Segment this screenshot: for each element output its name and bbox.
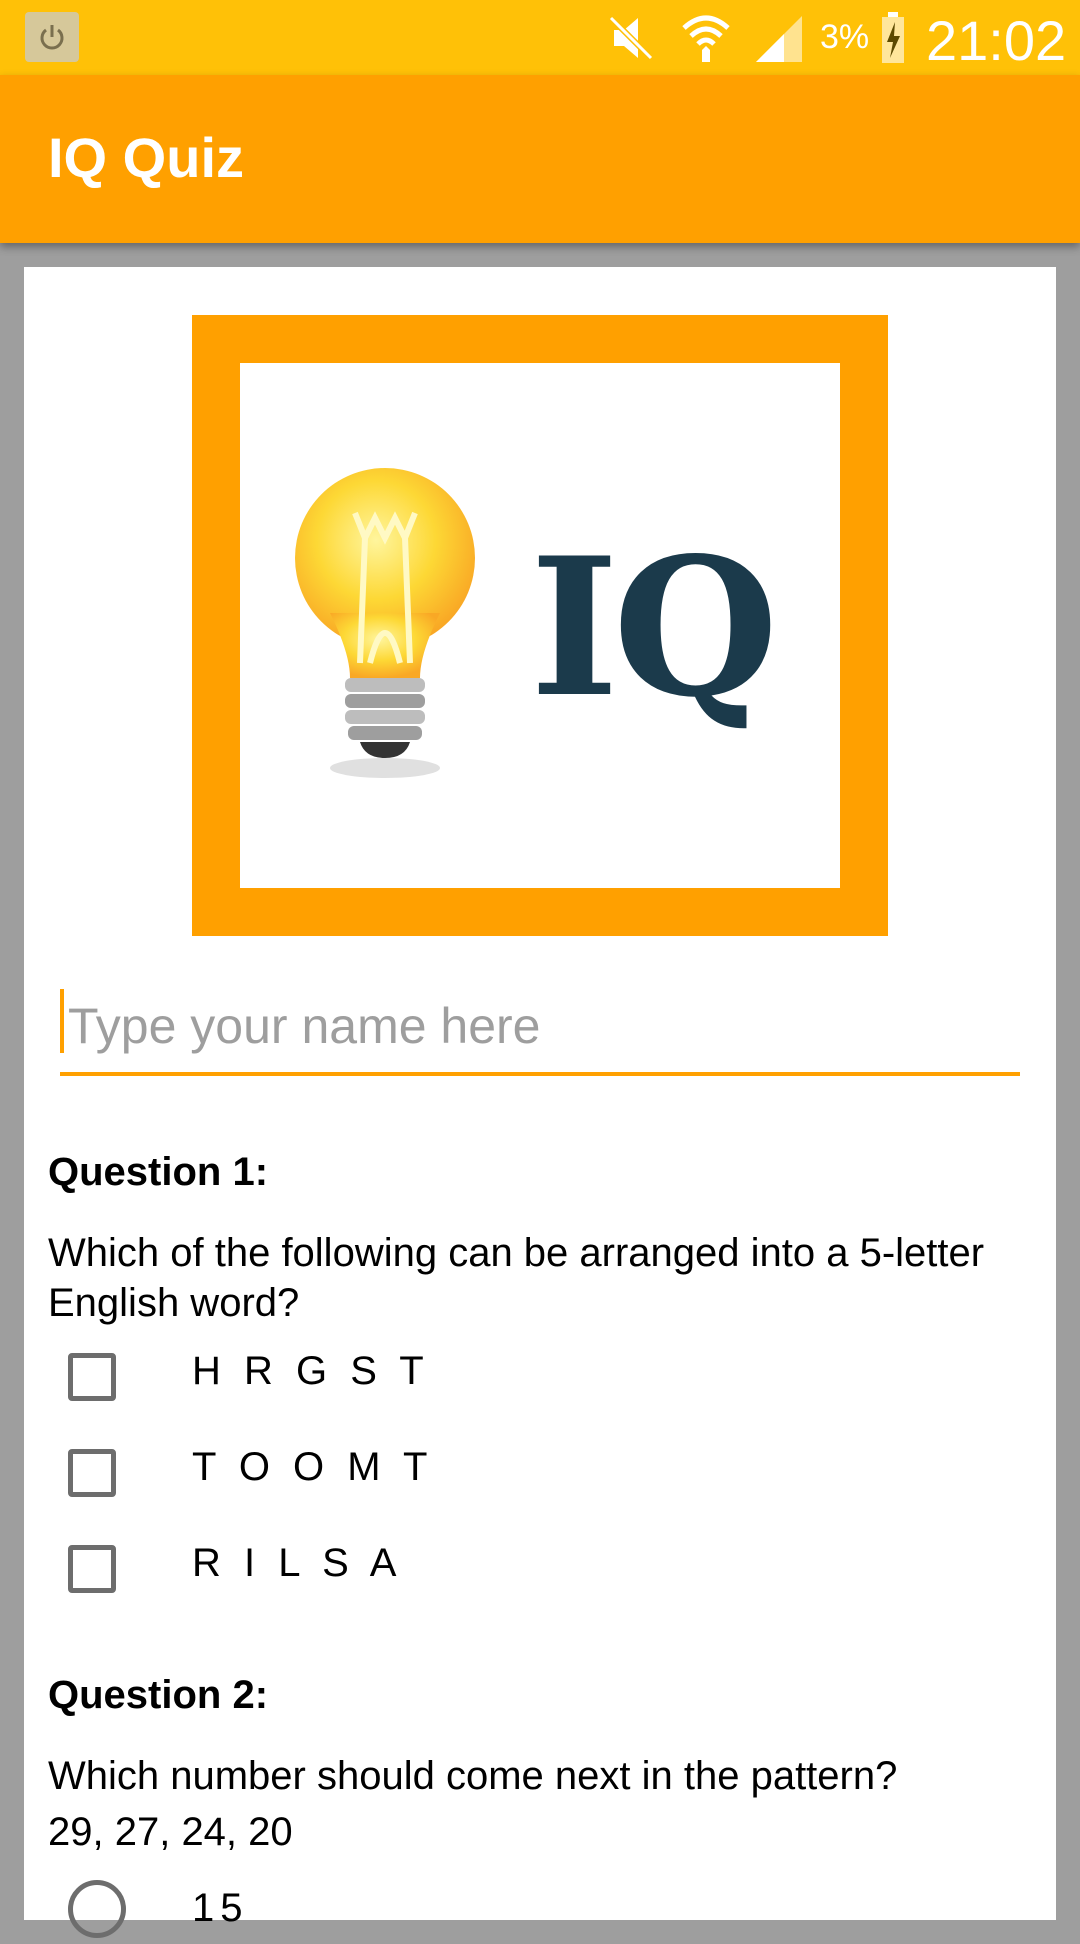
lightbulb-icon [295,468,475,778]
battery-percent: 3% [820,18,870,56]
app-bar: IQ Quiz [0,75,1080,243]
app-title: IQ Quiz [48,126,244,189]
mute-icon [608,15,654,61]
power-icon [25,12,79,62]
question-1-title: Question 1: [48,1150,269,1194]
question-2-text: Which number should come next in the pat… [48,1754,898,1798]
status-time: 21:02 [926,9,1067,72]
checkbox[interactable] [68,1449,116,1497]
question-1-option-3[interactable]: R I L S A [68,1539,868,1609]
option-label: R I L S A [192,1541,403,1585]
battery-charging-icon [882,12,904,63]
checkbox[interactable] [68,1545,116,1593]
logo-text: IQ [530,516,778,739]
iq-logo: IQ [192,315,888,936]
radio-button[interactable] [68,1880,126,1938]
question-1-text: Which of the following can be arranged i… [48,1231,985,1325]
option-label: H R G S T [192,1349,430,1393]
question-2-title: Question 2: [48,1673,269,1717]
logo-inner: IQ [240,363,840,888]
text-cursor [60,989,64,1053]
question-2-option-1[interactable]: 15 [68,1874,868,1944]
status-bar: 3% 21:02 [0,0,1080,75]
option-label: T O O M T [192,1445,434,1489]
wifi-icon [682,15,730,62]
checkbox[interactable] [68,1353,116,1401]
question-1-option-2[interactable]: T O O M T [68,1443,868,1513]
question-1-option-1[interactable]: H R G S T [68,1347,868,1417]
name-input[interactable] [60,980,1020,1076]
option-label: 15 [192,1886,249,1930]
signal-icon [756,16,802,62]
quiz-card: IQ Question 1: Which of the following ca… [24,267,1056,1938]
question-2-sequence: 29, 27, 24, 20 [48,1810,293,1854]
